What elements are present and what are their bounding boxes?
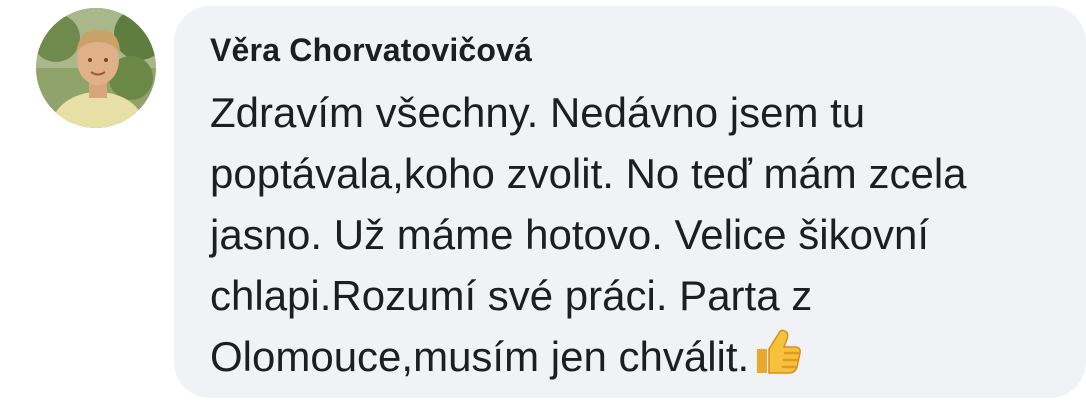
thumbs-up-icon (751, 327, 803, 377)
comment-text-line: chlapi.Rozumí své práci. Parta z (210, 272, 813, 319)
comment-text-line: jasno. Už máme hotovo. Velice šikovní (210, 211, 930, 258)
comment-text-line: poptávala,koho zvolit. No teď mám zcela (210, 150, 967, 197)
comment-text-last-line: Olomouce,musím jen chválit. (210, 326, 1060, 387)
avatar[interactable] (36, 8, 156, 128)
comment: Věra Chorvatovičová Zdravím všechny. Ned… (0, 0, 1086, 416)
comment-text: Zdravím všechny. Nedávno jsem tu poptáva… (210, 82, 1060, 387)
comment-text-line: Zdravím všechny. Nedávno jsem tu (210, 89, 866, 136)
comment-text-line: Olomouce,musím jen chválit. (210, 333, 750, 380)
avatar-photo (36, 8, 156, 128)
comment-author[interactable]: Věra Chorvatovičová (210, 32, 532, 69)
